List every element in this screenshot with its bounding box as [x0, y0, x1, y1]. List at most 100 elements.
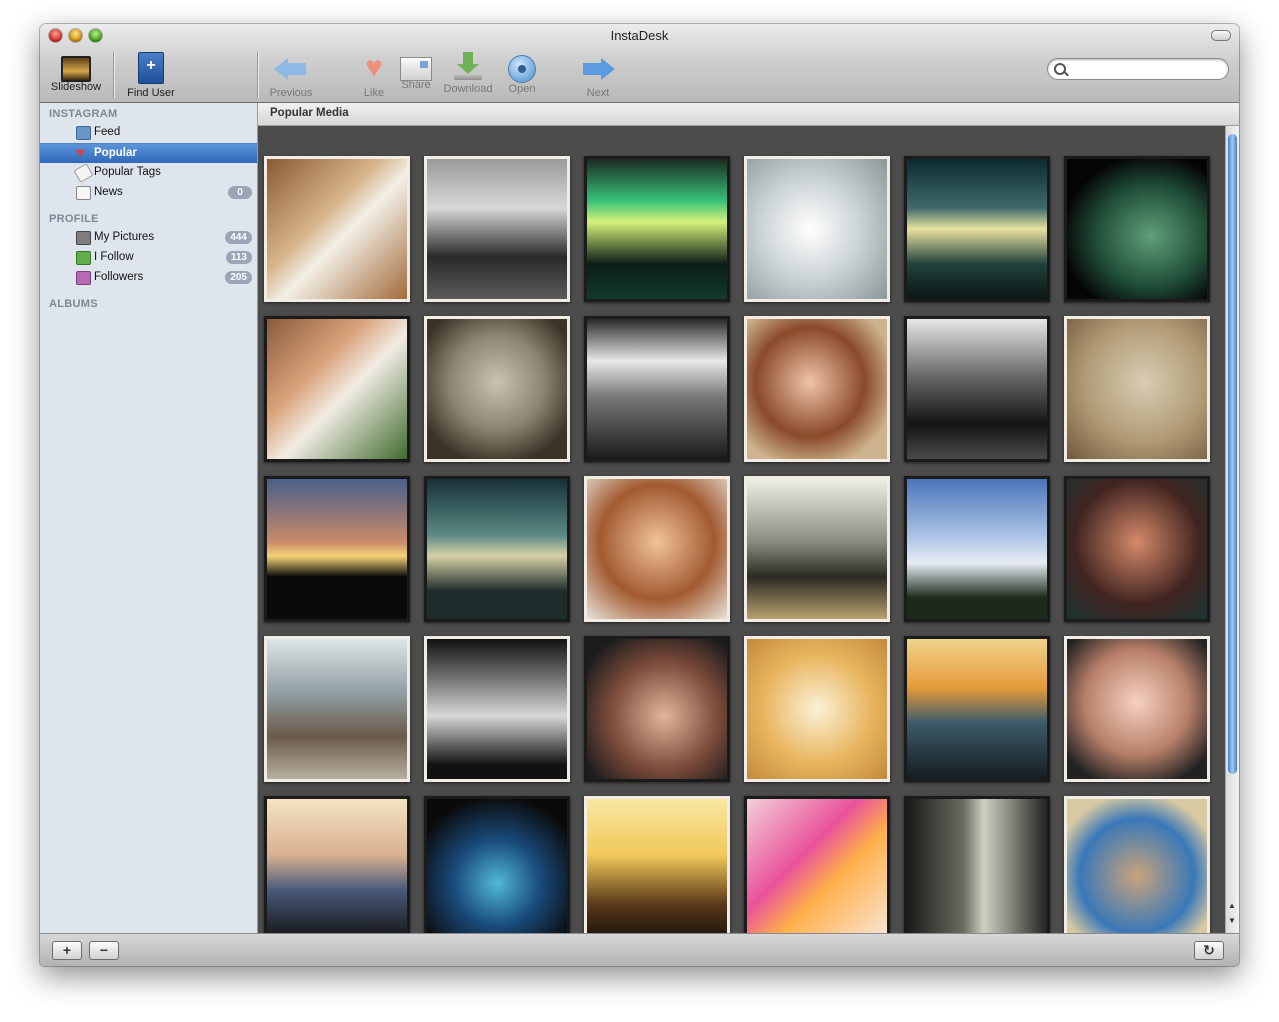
- photo-thumbnail[interactable]: [744, 636, 890, 782]
- previous-label: Previous: [269, 87, 313, 99]
- scroll-down-arrow-icon[interactable]: ▼: [1228, 916, 1236, 925]
- photo-grid: [258, 126, 1225, 933]
- photo-thumbnail[interactable]: [904, 476, 1050, 622]
- photo-thumbnail[interactable]: [264, 156, 410, 302]
- toolbar-toggle-button[interactable]: [1211, 30, 1231, 41]
- open-icon: [508, 55, 536, 83]
- photo-thumbnail[interactable]: [1064, 796, 1210, 933]
- next-label: Next: [586, 87, 610, 99]
- plus-icon: +: [62, 942, 72, 958]
- camera-icon: [76, 231, 91, 245]
- photo-thumbnail[interactable]: [424, 156, 570, 302]
- minus-icon: −: [99, 942, 109, 958]
- download-label: Download: [443, 83, 493, 95]
- photo-thumbnail[interactable]: [424, 476, 570, 622]
- toolbar: InstaDesk Slideshow Find User Previous ♥…: [40, 24, 1239, 103]
- photo-thumbnail[interactable]: [264, 476, 410, 622]
- toolbar-separator: [113, 52, 114, 98]
- photo-thumbnail[interactable]: [584, 476, 730, 622]
- sidebar-header-instagram: INSTAGRAM: [49, 108, 118, 120]
- sidebar-item-popular[interactable]: ♥ Popular: [40, 143, 257, 163]
- main-title: Popular Media: [270, 107, 349, 119]
- sidebar-item-label: My Pictures: [94, 231, 155, 243]
- photo-thumbnail[interactable]: [424, 636, 570, 782]
- photo-thumbnail[interactable]: [744, 316, 890, 462]
- photo-thumbnail[interactable]: [1064, 636, 1210, 782]
- photo-thumbnail[interactable]: [744, 796, 890, 933]
- scroll-thumb[interactable]: [1228, 134, 1237, 774]
- scroll-up-arrow-icon[interactable]: ▲: [1228, 901, 1236, 910]
- heart-icon: ♥: [76, 144, 85, 160]
- photo-thumbnail[interactable]: [264, 796, 410, 933]
- photo-thumbnail[interactable]: [744, 476, 890, 622]
- like-button[interactable]: ♥ Like: [356, 51, 392, 100]
- photo-thumbnail[interactable]: [1064, 316, 1210, 462]
- find-user-label: Find User: [127, 87, 175, 99]
- download-button[interactable]: Download: [440, 52, 496, 95]
- photo-thumbnail[interactable]: [904, 316, 1050, 462]
- search-input[interactable]: [1070, 61, 1224, 78]
- sidebar-item-label: Feed: [94, 126, 121, 138]
- sidebar-item-i-follow[interactable]: I Follow 113: [40, 248, 257, 267]
- photo-thumbnail[interactable]: [1064, 476, 1210, 622]
- tag-icon: [73, 163, 94, 183]
- find-user-icon: [138, 52, 164, 84]
- photo-thumbnail[interactable]: [264, 316, 410, 462]
- photo-thumbnail[interactable]: [904, 796, 1050, 933]
- add-button[interactable]: +: [52, 941, 82, 960]
- slideshow-button[interactable]: Slideshow: [48, 52, 104, 93]
- arrow-right-icon: [581, 52, 615, 84]
- photo-thumbnail[interactable]: [584, 316, 730, 462]
- sidebar-item-news[interactable]: News 0: [40, 183, 257, 202]
- app-window: InstaDesk Slideshow Find User Previous ♥…: [40, 24, 1239, 966]
- window-title: InstaDesk: [610, 28, 669, 43]
- sidebar: INSTAGRAM Feed ♥ Popular Popular Tags Ne…: [40, 103, 258, 933]
- sidebar-item-my-pictures[interactable]: My Pictures 444: [40, 228, 257, 247]
- share-icon: [400, 57, 432, 81]
- sidebar-item-feed[interactable]: Feed: [40, 123, 257, 142]
- sidebar-item-followers[interactable]: Followers 205: [40, 268, 257, 287]
- vertical-scrollbar[interactable]: ▲ ▼: [1225, 126, 1239, 933]
- search-field[interactable]: [1047, 58, 1229, 80]
- followers-icon: [76, 271, 91, 285]
- like-label: Like: [363, 87, 385, 99]
- photo-thumbnail[interactable]: [424, 796, 570, 933]
- photo-thumbnail[interactable]: [1064, 156, 1210, 302]
- photo-thumbnail[interactable]: [264, 636, 410, 782]
- photo-thumbnail[interactable]: [744, 156, 890, 302]
- photo-thumbnail[interactable]: [904, 636, 1050, 782]
- feed-icon: [76, 126, 91, 140]
- photo-thumbnail[interactable]: [584, 156, 730, 302]
- refresh-icon: ↻: [1203, 942, 1215, 958]
- heart-icon: ♥: [365, 51, 383, 84]
- download-icon: [454, 52, 482, 80]
- sidebar-item-label: Followers: [94, 271, 144, 283]
- main-header: Popular Media: [258, 103, 1239, 126]
- count-badge: 444: [225, 231, 252, 244]
- photo-thumbnail[interactable]: [584, 796, 730, 933]
- refresh-button[interactable]: ↻: [1194, 941, 1224, 960]
- sidebar-item-label: Popular Tags: [94, 166, 161, 178]
- previous-button[interactable]: Previous: [266, 52, 316, 99]
- open-label: Open: [508, 83, 536, 95]
- arrow-left-icon: [274, 52, 308, 84]
- follow-icon: [76, 251, 91, 265]
- photo-thumbnail[interactable]: [424, 316, 570, 462]
- slideshow-label: Slideshow: [50, 81, 102, 93]
- find-user-button[interactable]: Find User: [122, 52, 180, 99]
- photo-thumbnail[interactable]: [584, 636, 730, 782]
- sidebar-item-popular-tags[interactable]: Popular Tags: [40, 163, 257, 183]
- sidebar-header-albums: ALBUMS: [49, 298, 98, 310]
- bottom-bar: + − ↻: [40, 933, 1239, 966]
- open-button[interactable]: Open: [504, 52, 540, 95]
- search-icon: [1054, 63, 1066, 75]
- sidebar-header-profile: PROFILE: [49, 213, 99, 225]
- slideshow-icon: [61, 56, 91, 82]
- photo-thumbnail[interactable]: [904, 156, 1050, 302]
- sidebar-item-label: News: [94, 186, 123, 198]
- toolbar-separator: [257, 52, 258, 98]
- share-button[interactable]: Share: [398, 52, 434, 91]
- next-button[interactable]: Next: [578, 52, 618, 99]
- news-icon: [76, 186, 91, 200]
- remove-button[interactable]: −: [89, 941, 119, 960]
